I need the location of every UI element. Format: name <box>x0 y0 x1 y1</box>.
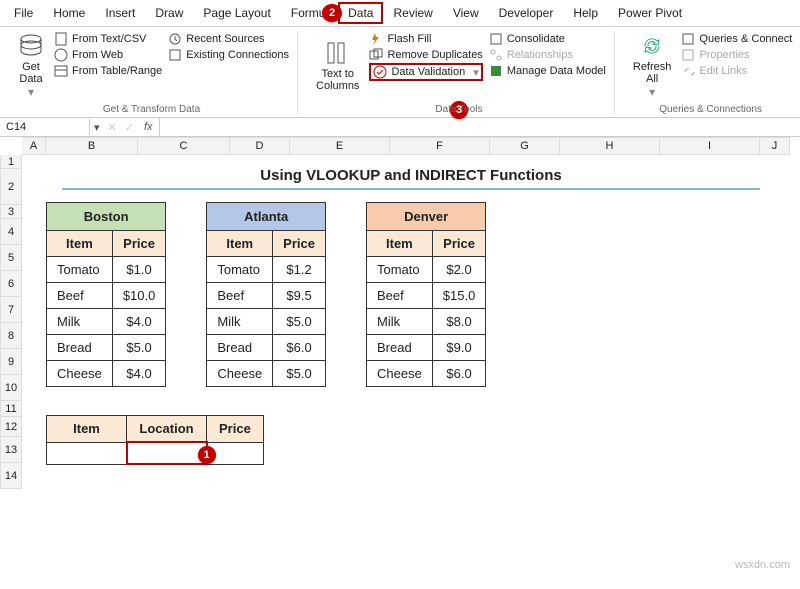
get-data-button[interactable]: Get Data ▾ <box>14 31 48 101</box>
menu-view[interactable]: View <box>443 2 489 24</box>
watermark: wsxdn.com <box>735 559 790 571</box>
fx-button[interactable]: fx <box>138 121 159 133</box>
links-icon <box>681 64 695 78</box>
consolidate-icon <box>489 32 503 46</box>
lookup-location-cell[interactable]: 1 <box>127 442 207 464</box>
from-web-button[interactable]: From Web <box>54 47 162 63</box>
consolidate-button[interactable]: Consolidate <box>489 31 606 47</box>
refresh-icon <box>639 33 665 59</box>
model-icon <box>489 64 503 78</box>
group-label: Data Tools <box>304 104 614 115</box>
atlanta-table: Atlanta ItemPrice Tomato$1.2 Beef$9.5 Mi… <box>206 202 326 387</box>
columns-icon <box>325 40 351 66</box>
formula-bar: C14 ▾ ✕ ✓ fx <box>0 118 800 137</box>
menu-insert[interactable]: Insert <box>95 2 145 24</box>
chevron-down-icon: ▾ <box>473 66 479 79</box>
group-label: Queries & Connections <box>621 104 800 115</box>
recent-sources-button[interactable]: Recent Sources <box>168 31 289 47</box>
page-title: Using VLOOKUP and INDIRECT Functions <box>62 159 760 190</box>
existing-connections-button[interactable]: Existing Connections <box>168 47 289 63</box>
menu-page-layout[interactable]: Page Layout <box>193 2 280 24</box>
validation-icon <box>373 65 387 79</box>
data-validation-button[interactable]: Data Validation▾ <box>369 63 482 81</box>
properties-button[interactable]: Properties <box>681 47 792 63</box>
globe-icon <box>54 48 68 62</box>
table-icon <box>54 64 68 78</box>
menu-data[interactable]: Data <box>338 2 383 24</box>
queries-button[interactable]: Queries & Connect <box>681 31 792 47</box>
column-headers: ABCDEFGHIJ <box>22 137 800 155</box>
menu-review[interactable]: Review <box>383 2 442 24</box>
queries-icon <box>681 32 695 46</box>
chevron-down-icon: ▾ <box>28 85 34 99</box>
properties-icon <box>681 48 695 62</box>
badge-1: 1 <box>198 446 216 464</box>
ribbon: Get Data ▾ From Text/CSV From Web From T… <box>0 27 800 118</box>
refresh-all-button[interactable]: Refresh All ▾ <box>629 31 676 101</box>
recent-icon <box>168 32 182 46</box>
spreadsheet-grid[interactable]: ABCDEFGHIJ 1234567891011121314 Using VLO… <box>0 137 800 589</box>
duplicates-icon <box>369 48 383 62</box>
connection-icon <box>168 48 182 62</box>
remove-duplicates-button[interactable]: Remove Duplicates <box>369 47 482 63</box>
relationships-icon <box>489 48 503 62</box>
name-box[interactable]: C14 <box>0 119 90 135</box>
menu-file[interactable]: File <box>4 2 43 24</box>
flash-fill-button[interactable]: Flash Fill <box>369 31 482 47</box>
boston-table: Boston ItemPrice Tomato$1.0 Beef$10.0 Mi… <box>46 202 166 387</box>
row-headers: 1234567891011121314 <box>0 155 22 489</box>
formula-input[interactable] <box>159 118 800 136</box>
database-icon <box>18 33 44 59</box>
lookup-table: ItemLocationPrice 1 <box>46 415 264 465</box>
menu-home[interactable]: Home <box>43 2 95 24</box>
text-to-columns-button[interactable]: Text to Columns <box>312 31 363 101</box>
menu-bar: File Home Insert Draw Page Layout Formul… <box>0 0 800 27</box>
enter-icon[interactable]: ✓ <box>121 121 138 134</box>
file-icon <box>54 32 68 46</box>
edit-links-button[interactable]: Edit Links <box>681 63 792 79</box>
menu-powerpivot[interactable]: Power Pivot <box>608 2 692 24</box>
menu-draw[interactable]: Draw <box>145 2 193 24</box>
menu-help[interactable]: Help <box>563 2 608 24</box>
from-table-button[interactable]: From Table/Range <box>54 63 162 79</box>
menu-developer[interactable]: Developer <box>489 2 564 24</box>
data-model-button[interactable]: Manage Data Model <box>489 63 606 79</box>
cancel-icon[interactable]: ✕ <box>104 121 121 134</box>
from-textcsv-button[interactable]: From Text/CSV <box>54 31 162 47</box>
relationships-button[interactable]: Relationships <box>489 47 606 63</box>
dropdown-icon[interactable]: ▾ <box>90 121 104 134</box>
badge-2: 2 <box>322 4 342 22</box>
lookup-item-cell[interactable] <box>47 442 127 464</box>
group-label: Get & Transform Data <box>6 104 297 115</box>
chevron-down-icon: ▾ <box>649 85 655 99</box>
flash-icon <box>369 32 383 46</box>
denver-table: Denver ItemPrice Tomato$2.0 Beef$15.0 Mi… <box>366 202 486 387</box>
